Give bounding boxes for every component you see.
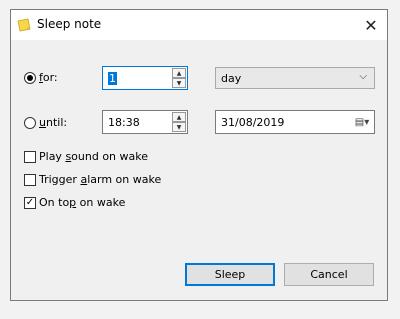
duration-unit-select[interactable]: day ⌵ (215, 67, 375, 89)
on-top-checkbox[interactable]: ✓ (24, 196, 36, 209)
spin-up-icon[interactable]: ▲ (172, 68, 186, 78)
for-radio-label: for: (39, 71, 58, 84)
calendar-dropdown-icon[interactable]: ▤▾ (354, 115, 370, 129)
title-bar: Sleep note ✕ (11, 10, 387, 40)
sticky-note-icon (17, 18, 31, 32)
time-input[interactable]: 18:38 (108, 116, 140, 129)
spin-down-icon[interactable]: ▼ (172, 78, 186, 88)
date-picker[interactable]: 31/08/2019 ▤▾ (215, 110, 375, 134)
close-icon: ✕ (364, 15, 378, 35)
checkmark-icon: ✓ (25, 196, 35, 208)
trigger-alarm-checkbox[interactable] (24, 173, 36, 186)
sleep-button-label: Sleep (214, 268, 246, 281)
time-stepper[interactable]: 18:38 ▲ ▼ (102, 110, 188, 134)
close-button[interactable]: ✕ (355, 10, 387, 40)
time-spin-buttons: ▲ ▼ (172, 112, 186, 132)
spin-up-icon[interactable]: ▲ (172, 112, 186, 122)
sleep-button[interactable]: Sleep (185, 263, 275, 286)
window-title: Sleep note (37, 17, 102, 31)
chevron-down-icon: ⌵ (359, 71, 367, 82)
duration-stepper[interactable]: 1 ▲ ▼ (102, 66, 188, 90)
date-input[interactable]: 31/08/2019 (221, 116, 284, 129)
until-radio-option[interactable]: until: (24, 116, 67, 129)
play-sound-checkbox[interactable] (24, 150, 36, 163)
for-radio-option[interactable]: for: (24, 71, 58, 84)
sleep-note-dialog: Sleep note ✕ for: 1 ▲ ▼ day ⌵ until: 18:… (10, 9, 388, 301)
duration-unit-value: day (221, 71, 242, 85)
duration-spin-buttons: ▲ ▼ (172, 68, 186, 88)
spin-down-icon[interactable]: ▼ (172, 122, 186, 132)
cancel-button-label: Cancel (310, 268, 348, 281)
on-top-label: On top on wake (39, 196, 126, 209)
play-sound-option[interactable]: Play sound on wake (24, 150, 148, 163)
duration-input[interactable]: 1 (108, 71, 117, 85)
play-sound-label: Play sound on wake (39, 150, 149, 163)
trigger-alarm-option[interactable]: Trigger alarm on wake (24, 173, 161, 186)
until-radio-label: until: (39, 116, 68, 129)
cancel-button[interactable]: Cancel (284, 263, 374, 286)
for-radio-button[interactable] (24, 71, 36, 84)
until-radio-button[interactable] (24, 116, 36, 129)
trigger-alarm-label: Trigger alarm on wake (39, 173, 162, 186)
on-top-option[interactable]: ✓ On top on wake (24, 196, 125, 209)
